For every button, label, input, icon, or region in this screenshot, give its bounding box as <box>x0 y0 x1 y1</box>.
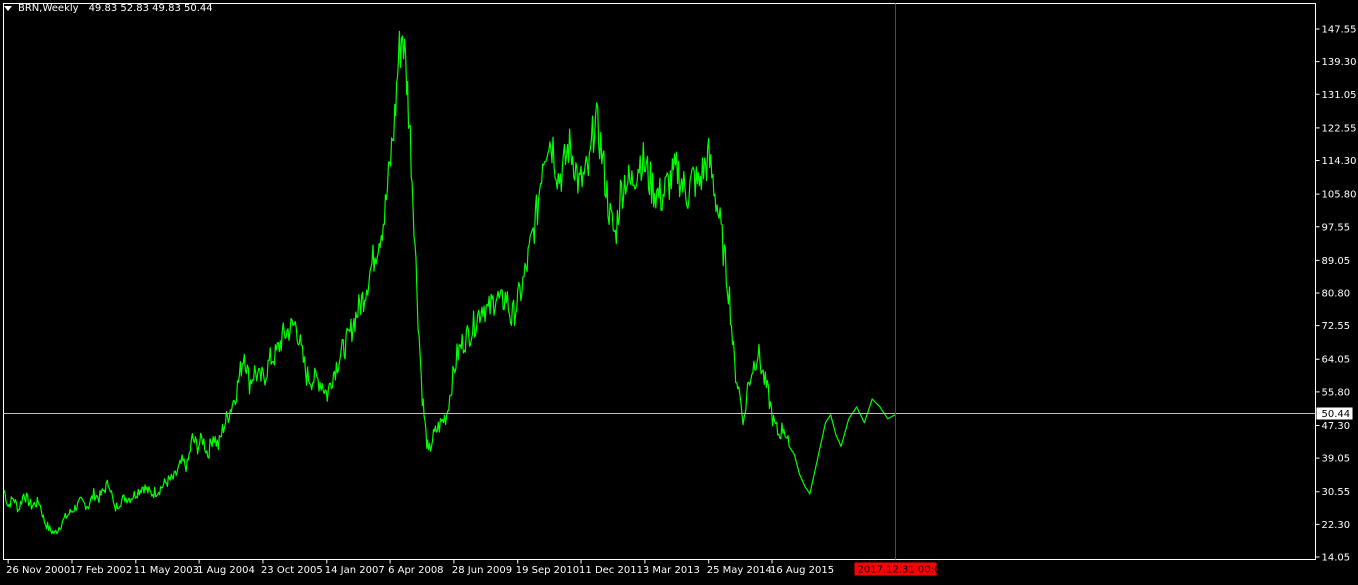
x-axis-label: 25 May 2014 <box>707 565 772 576</box>
y-axis-label: 72.55 <box>1322 321 1351 332</box>
x-axis-label: 11 May 2003 <box>134 565 199 576</box>
x-axis-label: 26 Nov 2000 <box>6 565 70 576</box>
x-axis-label: 3 Mar 2013 <box>643 565 700 576</box>
x-axis-label: 14 Jan 2007 <box>325 565 385 576</box>
symbol-label: BRN,Weekly <box>18 3 79 14</box>
x-axis-label: 1 Aug 2004 <box>197 565 255 576</box>
x-axis-label: 17 Feb 2002 <box>70 565 132 576</box>
y-axis-label: 122.55 <box>1322 123 1357 134</box>
y-axis-label: 22.30 <box>1322 520 1351 531</box>
y-axis-label: 131.05 <box>1322 90 1357 101</box>
cursor-time-label: 2017.12.31 00:00 <box>858 565 947 576</box>
x-axis-label: 28 Jun 2009 <box>452 565 512 576</box>
y-axis-label: 55.80 <box>1322 387 1351 398</box>
x-axis-label: 23 Oct 2005 <box>261 565 323 576</box>
current-price-marker: 50.44 <box>1316 407 1353 420</box>
chart-window[interactable]: 147.55 139.30 131.05 122.55 114.30 105.80 97.5… <box>0 0 1358 581</box>
x-axis-label: 11 Dec 2011 <box>579 565 643 576</box>
price-chart[interactable]: 147.55 139.30 131.05 122.55 114.30 105.80 97.5… <box>0 0 1358 581</box>
current-price-label: 50.44 <box>1322 409 1351 420</box>
y-axis-label: 105.80 <box>1322 190 1357 201</box>
y-axis-label: 14.05 <box>1322 553 1351 564</box>
x-axis-label: 16 Aug 2015 <box>770 565 834 576</box>
y-axis-label: 147.55 <box>1322 25 1357 36</box>
y-axis-label: 80.80 <box>1322 289 1351 300</box>
y-axis-label: 64.05 <box>1322 355 1351 366</box>
chart-header: BRN,Weekly 49.83 52.83 49.83 50.44 <box>4 3 213 14</box>
y-axis-label: 97.55 <box>1322 222 1351 233</box>
y-axis-label: 139.30 <box>1322 57 1357 68</box>
y-axis-label: 47.30 <box>1322 421 1351 432</box>
y-axis-label: 89.05 <box>1322 256 1351 267</box>
y-axis-label: 39.05 <box>1322 454 1351 465</box>
ohlc-values: 49.83 52.83 49.83 50.44 <box>88 3 213 14</box>
x-axis-label: 19 Sep 2010 <box>516 565 579 576</box>
chart-background <box>0 0 1358 581</box>
y-axis-label: 30.55 <box>1322 487 1351 498</box>
y-axis-label: 114.30 <box>1322 156 1357 167</box>
cursor-time-marker: 2017.12.31 00:00 <box>854 562 947 576</box>
x-axis-label: 6 Apr 2008 <box>388 565 443 576</box>
dropdown-arrow-icon[interactable] <box>4 6 12 11</box>
